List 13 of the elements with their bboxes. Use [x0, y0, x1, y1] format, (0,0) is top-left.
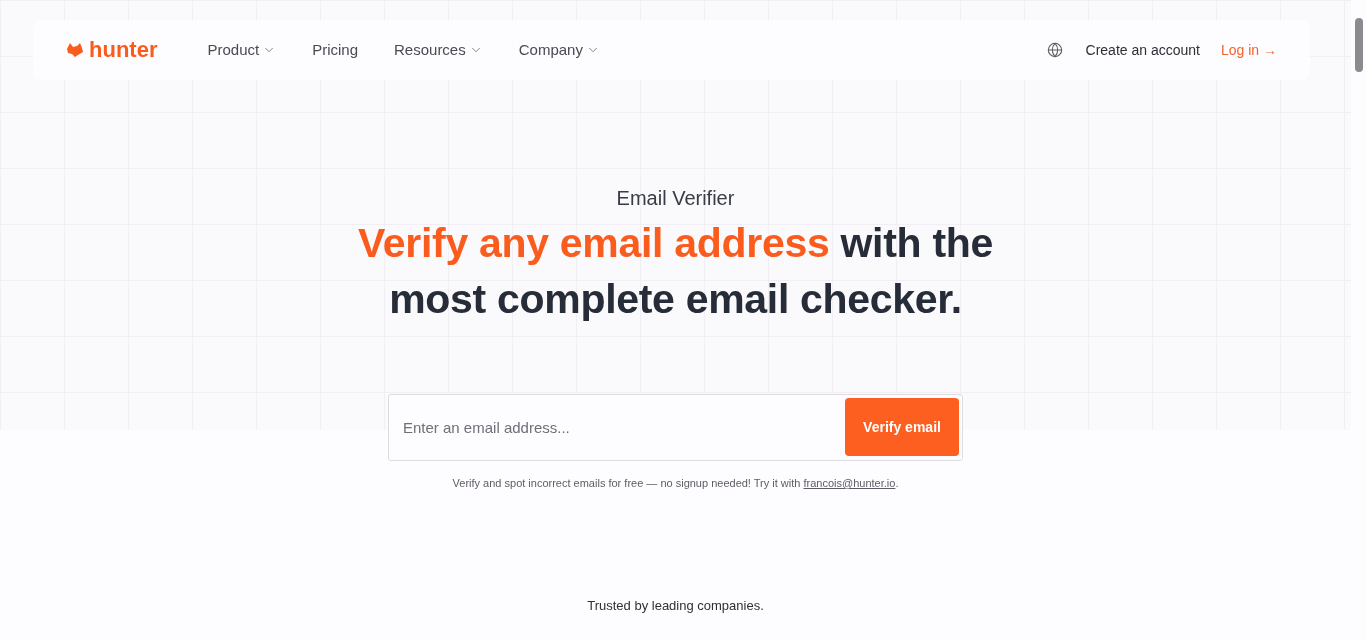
nav-menu-item[interactable]: Pricing [312, 38, 358, 62]
fox-head-icon [66, 42, 84, 58]
nav-menu-item[interactable]: Company [518, 38, 600, 62]
logo-wordmark: hunter [89, 39, 158, 61]
page-eyebrow: Email Verifier [616, 186, 735, 211]
trusted-by-text: Trusted by leading companies. [587, 596, 764, 615]
nav-menu-item[interactable]: Resources [394, 38, 483, 62]
hero-heading: Verify any email address with the most complete email checker. [357, 219, 994, 324]
language-globe-icon[interactable] [1046, 42, 1063, 58]
scrollbar-thumb[interactable] [1354, 18, 1363, 72]
nav-menu-item[interactable]: Product [207, 38, 277, 62]
free-trial-note: Verify and spot incorrect emails for free — no signup needed! Try it with francois@hunter.io. [452, 476, 899, 491]
create-account-link[interactable]: Create an account [1085, 39, 1200, 61]
